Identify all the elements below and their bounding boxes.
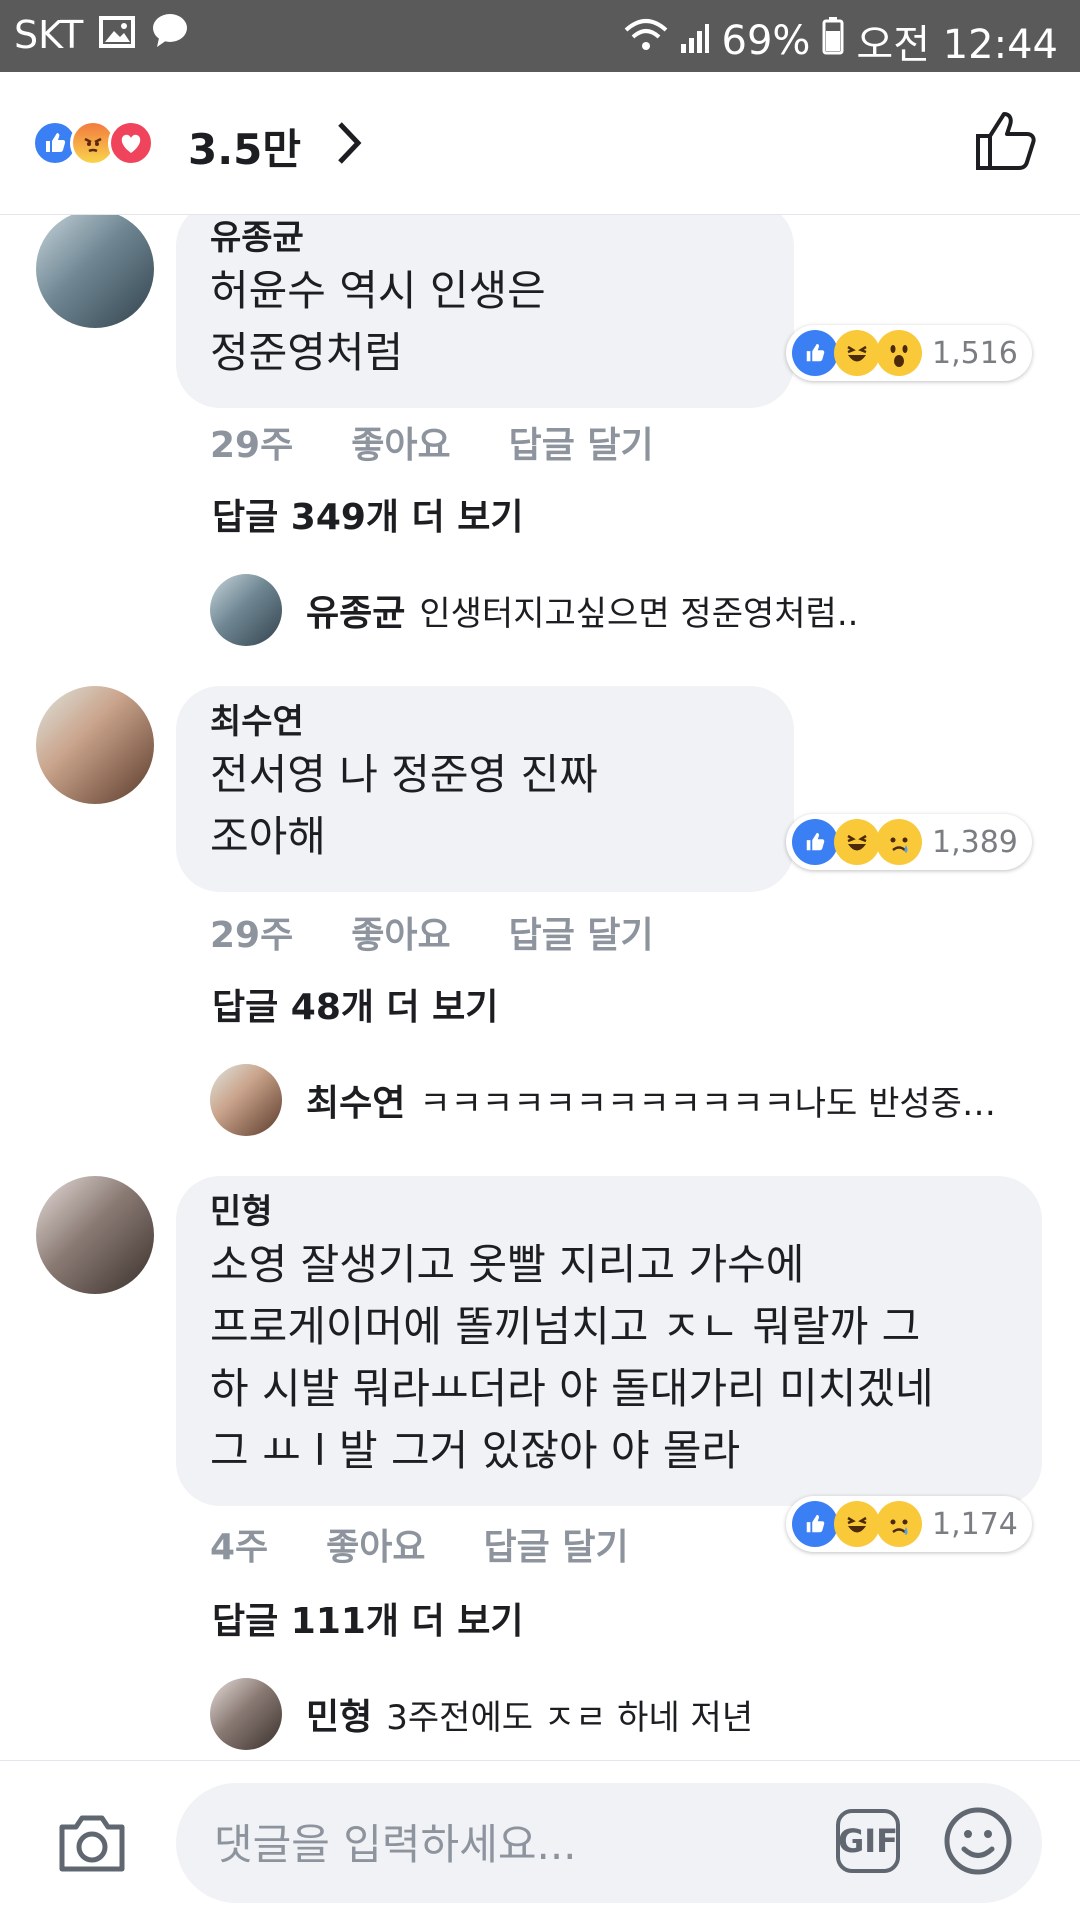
avatar[interactable] bbox=[36, 1176, 154, 1294]
comment-composer: GIF bbox=[0, 1760, 1080, 1921]
clock: 오전 12:44 bbox=[856, 22, 1058, 68]
comment-input-box[interactable]: GIF bbox=[176, 1783, 1042, 1903]
view-more-replies[interactable]: 답글 111개 더 보기 bbox=[212, 1592, 523, 1644]
reaction-count: 1,174 bbox=[932, 1506, 1018, 1542]
comment-reactions[interactable]: 1,389 bbox=[786, 814, 1032, 870]
comment-actions: 29주 좋아요 답글 달기 bbox=[210, 416, 654, 468]
emoji-icon[interactable] bbox=[942, 1805, 1014, 1881]
reply-link[interactable]: 답글 달기 bbox=[484, 1518, 629, 1570]
comment-reactions[interactable]: 1,516 bbox=[786, 325, 1032, 381]
chevron-right-icon[interactable] bbox=[334, 118, 364, 172]
avatar[interactable] bbox=[210, 1678, 282, 1750]
comment-bubble[interactable]: 유종균 허윤수 역시 인생은 정준영처럼 bbox=[176, 202, 794, 408]
sad-icon bbox=[876, 1501, 922, 1547]
reply-link[interactable]: 답글 달기 bbox=[509, 906, 654, 958]
camera-icon[interactable] bbox=[56, 1811, 128, 1879]
comment-author[interactable]: 최수연 bbox=[210, 700, 760, 744]
like-link[interactable]: 좋아요 bbox=[351, 416, 450, 468]
wow-icon bbox=[876, 330, 922, 376]
view-more-replies[interactable]: 답글 48개 더 보기 bbox=[212, 978, 498, 1030]
reaction-icons bbox=[32, 120, 154, 166]
talk-icon bbox=[151, 12, 189, 57]
comment-author[interactable]: 민형 bbox=[210, 1190, 1008, 1234]
battery-icon bbox=[822, 17, 844, 65]
wifi-icon bbox=[624, 18, 668, 64]
reaction-count: 1,389 bbox=[932, 824, 1018, 860]
comment-actions: 4주 좋아요 답글 달기 bbox=[210, 1518, 629, 1570]
comment-bubble[interactable]: 최수연 전서영 나 정준영 진짜 조아해 bbox=[176, 686, 794, 892]
reply-link[interactable]: 답글 달기 bbox=[509, 416, 654, 468]
gallery-icon bbox=[99, 13, 136, 57]
comment-input[interactable] bbox=[212, 1811, 776, 1877]
like-button-icon[interactable] bbox=[974, 108, 1036, 176]
haha-icon bbox=[834, 330, 880, 376]
reply-text: 인생터지고싶으면 정준영처럼.. bbox=[419, 593, 859, 634]
view-more-replies[interactable]: 답글 349개 더 보기 bbox=[212, 488, 523, 540]
comment-text: 전서영 나 정준영 진짜 조아해 bbox=[210, 750, 598, 861]
like-link[interactable]: 좋아요 bbox=[326, 1518, 425, 1570]
reply-author[interactable]: 최수연 bbox=[306, 1074, 405, 1126]
avatar[interactable] bbox=[36, 210, 154, 328]
like-icon bbox=[792, 330, 838, 376]
haha-icon bbox=[834, 819, 880, 865]
comment-bubble[interactable]: 민형 소영 잘생기고 옷빨 지리고 가수에 프로게이머에 똘끼넘치고 ㅈㄴ 뭐랄… bbox=[176, 1176, 1042, 1506]
comment-time: 29주 bbox=[210, 915, 294, 956]
reply-preview[interactable]: 민형 3주전에도 ㅈㄹ 하네 저년 bbox=[210, 1678, 753, 1750]
comment-text: 허윤수 역시 인생은 정준영처럼 bbox=[210, 266, 546, 377]
reaction-count: 3.5만 bbox=[188, 125, 302, 174]
haha-icon bbox=[834, 1501, 880, 1547]
reaction-count: 1,516 bbox=[932, 335, 1018, 371]
signal-icon bbox=[680, 18, 710, 64]
comment-reactions[interactable]: 1,174 bbox=[786, 1496, 1032, 1552]
reply-text: 3주전에도 ㅈㄹ 하네 저년 bbox=[386, 1697, 754, 1738]
like-link[interactable]: 좋아요 bbox=[351, 906, 450, 958]
reply-author[interactable]: 유종균 bbox=[306, 584, 405, 636]
comments-sheet: 3.5만 유종균 허윤수 역시 인생은 정준영처럼 1,516 29주 좋아요 … bbox=[0, 72, 1080, 1920]
like-icon bbox=[792, 1501, 838, 1547]
battery-percent: 69% bbox=[721, 18, 811, 64]
carrier-label: SKT bbox=[14, 12, 84, 57]
reply-author[interactable]: 민형 bbox=[306, 1688, 372, 1740]
love-icon bbox=[108, 120, 154, 166]
comment-actions: 29주 좋아요 답글 달기 bbox=[210, 906, 654, 958]
like-icon bbox=[792, 819, 838, 865]
avatar[interactable] bbox=[210, 1064, 282, 1136]
comment-time: 29주 bbox=[210, 425, 294, 466]
reply-preview[interactable]: 유종균 인생터지고싶으면 정준영처럼.. bbox=[210, 574, 858, 646]
reply-preview[interactable]: 최수연 ㅋㅋㅋㅋㅋㅋㅋㅋㅋㅋㅋㅋ나도 반성중… bbox=[210, 1064, 996, 1136]
status-bar: SKT 69% 오전 12:44 bbox=[0, 0, 1080, 72]
sad-icon bbox=[876, 819, 922, 865]
avatar[interactable] bbox=[36, 686, 154, 804]
avatar[interactable] bbox=[210, 574, 282, 646]
reactions-header[interactable]: 3.5만 bbox=[0, 72, 1080, 215]
gif-button[interactable]: GIF bbox=[836, 1809, 900, 1873]
reply-text: ㅋㅋㅋㅋㅋㅋㅋㅋㅋㅋㅋㅋ나도 반성중… bbox=[419, 1083, 996, 1124]
comment-text: 소영 잘생기고 옷빨 지리고 가수에 프로게이머에 똘끼넘치고 ㅈㄴ 뭐랄까 그… bbox=[210, 1240, 934, 1475]
comment-author[interactable]: 유종균 bbox=[210, 216, 760, 260]
comment-time: 4주 bbox=[210, 1527, 269, 1568]
